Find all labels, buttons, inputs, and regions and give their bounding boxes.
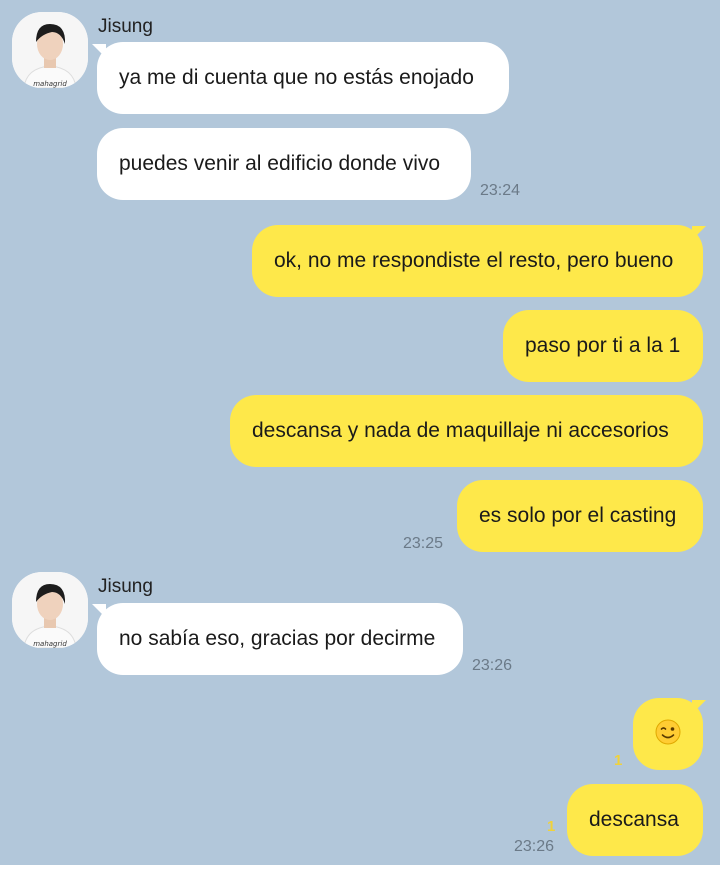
contact-name: Jisung	[98, 576, 153, 597]
avatar-photo-icon: mahagrid	[12, 572, 88, 648]
outgoing-message[interactable]: paso por ti a la 1	[503, 310, 703, 382]
avatar-photo-icon: mahagrid	[12, 12, 88, 88]
message-time: 23:26	[472, 657, 513, 674]
outgoing-emoji-message[interactable]	[633, 698, 703, 770]
svg-text:mahagrid: mahagrid	[33, 80, 67, 88]
incoming-message[interactable]: ya me di cuenta que no estás enojado	[97, 42, 509, 114]
unread-count: 1	[614, 752, 623, 769]
svg-text:mahagrid: mahagrid	[33, 640, 67, 648]
outgoing-message[interactable]: descansa y nada de maquillaje ni accesor…	[230, 395, 703, 467]
incoming-message[interactable]: puedes venir al edificio donde vivo	[97, 128, 471, 200]
message-time: 23:24	[480, 182, 521, 199]
message-time: 23:26	[514, 838, 555, 855]
input-bar-edge	[0, 865, 720, 870]
incoming-message[interactable]: no sabía eso, gracias por decirme	[97, 603, 463, 675]
contact-avatar[interactable]: mahagrid	[12, 12, 88, 88]
outgoing-message[interactable]: descansa	[567, 784, 703, 856]
contact-name: Jisung	[98, 16, 153, 37]
winking-face-icon	[655, 719, 681, 745]
contact-avatar[interactable]: mahagrid	[12, 572, 88, 648]
outgoing-message[interactable]: ok, no me respondiste el resto, pero bue…	[252, 225, 703, 297]
outgoing-message[interactable]: es solo por el casting	[457, 480, 703, 552]
message-time: 23:25	[403, 535, 444, 552]
unread-count: 1	[547, 818, 556, 835]
